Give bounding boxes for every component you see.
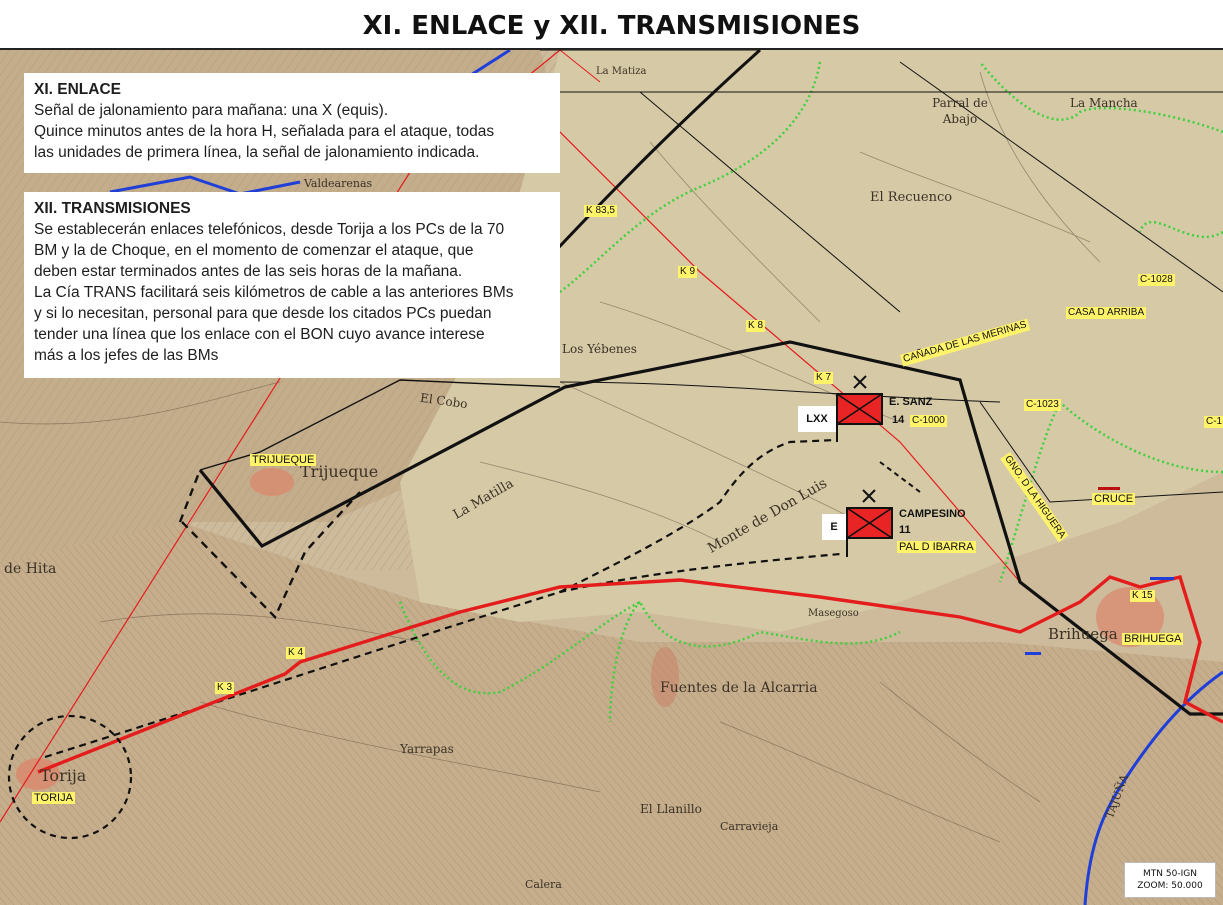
tag-k7: K 7 — [814, 372, 834, 384]
place-yarrapas: Yarrapas — [400, 742, 454, 756]
place-torija-map: Torija — [40, 766, 87, 785]
tag-c1-edge: C-1 — [1204, 416, 1223, 428]
page-title: XI. ENLACE y XII. TRANSMISIONES — [362, 11, 861, 41]
place-masegoso: Masegoso — [808, 608, 859, 619]
transmisiones-line: Se establecerán enlaces telefónicos, des… — [34, 221, 505, 238]
place-carravieja: Carravieja — [720, 820, 779, 833]
enlace-panel: XI. ENLACE Señal de jalonamiento para ma… — [24, 73, 560, 173]
marker-red-1 — [1098, 487, 1120, 490]
tag-brihuega: BRIHUEGA — [1122, 633, 1184, 645]
unit-campesino-parent: E — [822, 514, 846, 540]
tag-k8: K 8 — [746, 320, 766, 332]
map-svg[interactable] — [0, 50, 1223, 905]
unit-campesino-name: CAMPESINO — [899, 508, 966, 520]
tag-c1028: C-1028 — [1138, 274, 1175, 286]
unit-campesino-number: 11 — [899, 524, 911, 536]
legend-source: MTN 50-IGN — [1143, 869, 1197, 879]
transmisiones-line: más a los jefes de las BMs — [34, 347, 219, 364]
unit-sanz-number: 14 — [892, 414, 905, 426]
town-trijueque — [250, 468, 294, 496]
transmisiones-line: deben estar terminados antes de las seis… — [34, 263, 463, 280]
tag-pal-ibarra: PAL D IBARRA — [897, 541, 976, 553]
tag-cruce: CRUCE — [1092, 493, 1136, 505]
tag-k9: K 9 — [678, 266, 698, 278]
place-el-llanillo: El Llanillo — [640, 802, 702, 816]
place-valdearenas: Valdearenas — [304, 177, 373, 190]
map-scale-legend: MTN 50-IGN ZOOM: 50.000 — [1124, 862, 1216, 898]
enlace-line: Quince minutos antes de la hora H, señal… — [34, 123, 495, 140]
place-calera: Calera — [525, 878, 562, 891]
tag-c1023: C-1023 — [1024, 399, 1061, 411]
tag-k15: K 15 — [1130, 590, 1155, 602]
enlace-line: las unidades de primera línea, la señal … — [34, 144, 480, 161]
marker-blue-1 — [1150, 577, 1174, 580]
place-hita: de Hita — [4, 561, 57, 577]
place-brihuega-map: Brihuega — [1048, 625, 1118, 643]
tag-k835: K 83,5 — [584, 205, 617, 217]
tag-trijueque: TRIJUEQUE — [250, 454, 317, 466]
transmisiones-panel: XII. TRANSMISIONES Se establecerán enlac… — [24, 192, 560, 378]
transmisiones-line: La Cía TRANS facilitará seis kilómetros … — [34, 284, 514, 301]
place-el-recuenco: El Recuenco — [870, 190, 953, 205]
legend-zoom: ZOOM: 50.000 — [1137, 881, 1203, 891]
enlace-line: Señal de jalonamiento para mañana: una X… — [34, 102, 389, 119]
place-parral: Parral de Abajo — [932, 96, 988, 126]
transmisiones-heading: XII. TRANSMISIONES — [34, 200, 191, 217]
place-la-matiza: La Matiza — [596, 66, 647, 77]
place-la-mancha: La Mancha — [1070, 96, 1138, 110]
marker-blue-2 — [1025, 652, 1041, 655]
tag-casa-arriba: CASA D ARRIBA — [1066, 307, 1147, 319]
tag-torija: TORIJA — [32, 792, 75, 804]
tag-c1000: C-1000 — [910, 415, 947, 427]
enlace-heading: XI. ENLACE — [34, 81, 121, 98]
transmisiones-line: tender una línea que los enlace con el B… — [34, 326, 485, 343]
transmisiones-line: y si lo necesitan, personal para que des… — [34, 305, 492, 322]
place-fuentes: Fuentes de la Alcarria — [660, 680, 818, 696]
place-los-yebenes: Los Yébenes — [562, 342, 637, 356]
tag-k3: K 3 — [215, 682, 235, 694]
town-fuentes — [651, 647, 679, 707]
map-canvas[interactable]: El Cobo Los Yébenes La Matilla Monte de … — [0, 48, 1223, 905]
tag-k4: K 4 — [286, 647, 306, 659]
transmisiones-line: BM y la de Choque, en el momento de come… — [34, 242, 474, 259]
unit-sanz-parent: LXX — [798, 406, 836, 432]
unit-sanz-name: E. SANZ — [889, 396, 933, 408]
